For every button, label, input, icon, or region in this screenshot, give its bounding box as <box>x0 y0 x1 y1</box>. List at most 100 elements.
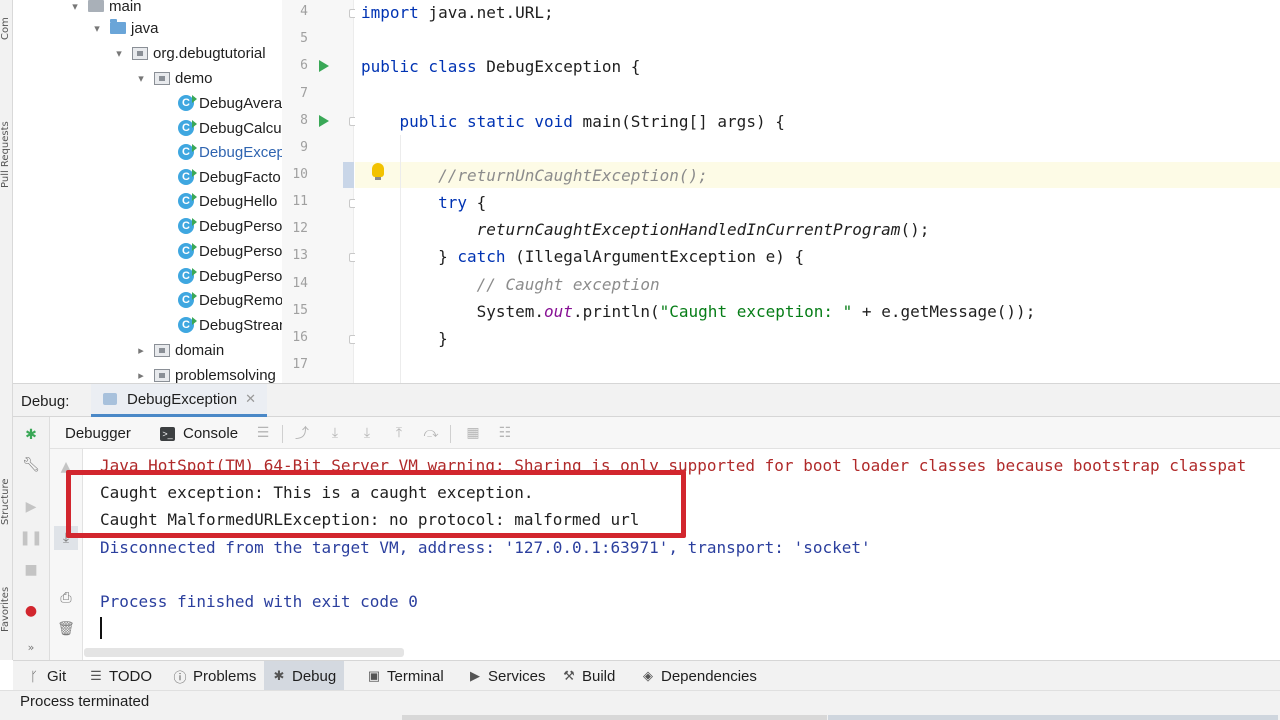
chevron-right-icon[interactable]: ▸ <box>134 368 148 382</box>
package-icon <box>154 343 170 357</box>
todo-list-icon: ☰ <box>90 668 102 683</box>
tab-git[interactable]: ᚴ Git <box>19 661 74 691</box>
java-class-icon: C <box>178 95 197 111</box>
bottom-tool-tabs: ᚴ Git ☰ TODO ⓘ Problems ✱ Debug ▣ Termin… <box>13 660 1280 691</box>
resume-icon[interactable]: ▶ <box>23 499 39 515</box>
evaluate-expression-icon[interactable]: ▦ <box>464 425 482 441</box>
chevron-down-icon[interactable]: ▾ <box>134 71 148 85</box>
tab-problems[interactable]: ⓘ Problems <box>165 661 264 691</box>
tree-item-class[interactable]: C DebugStrean <box>178 313 282 337</box>
line-number: 7 <box>300 86 308 101</box>
java-class-icon: C <box>178 169 197 185</box>
tab-todo[interactable]: ☰ TODO <box>81 661 160 691</box>
tab-git-label: Git <box>47 667 67 685</box>
pull-requests-strip-label[interactable]: Pull Requests <box>0 78 13 188</box>
status-text: Process terminated <box>20 693 150 710</box>
stop-icon[interactable]: ■ <box>23 562 39 578</box>
debug-tool-window-header: Debug: DebugException ✕ <box>13 383 1280 417</box>
close-icon[interactable]: ✕ <box>245 392 256 407</box>
tab-services[interactable]: ▶ Services <box>460 661 554 691</box>
more-actions-icon[interactable]: » <box>23 639 39 655</box>
tree-item-domain[interactable]: ▸ domain <box>134 338 224 362</box>
favorites-strip-label[interactable]: Favorites <box>0 568 13 632</box>
run-class-icon[interactable] <box>319 60 329 72</box>
tree-item-label: DebugPerso <box>199 242 282 260</box>
tab-debugger[interactable]: Debugger <box>65 425 131 442</box>
code-line-16: } <box>361 329 448 348</box>
tree-item-problemsolving[interactable]: ▸ problemsolving <box>134 363 276 384</box>
line-number: 6 <box>300 58 308 73</box>
run-main-icon[interactable] <box>319 115 329 127</box>
debug-subtabs: Debugger >_ Console ☰ ⤴ ⤓ ⤓ ⤒ ⤼ ▦ ☷ <box>50 417 1280 449</box>
project-tree: ▾ main ▾ java ▾ org.debugtutorial ▾ demo… <box>14 0 282 383</box>
tab-terminal-label: Terminal <box>387 667 444 685</box>
tab-dependencies-label: Dependencies <box>661 667 757 685</box>
tree-item-class[interactable]: C DebugAvera <box>178 91 282 115</box>
chevron-down-icon[interactable]: ▾ <box>112 46 126 60</box>
line-number: 4 <box>300 4 308 19</box>
line-number: 11 <box>292 194 308 209</box>
tree-item-label: domain <box>175 341 225 359</box>
step-into-icon[interactable]: ⤓ <box>358 425 376 441</box>
code-line-11: try { <box>438 193 487 212</box>
tree-item-label: DebugFacto <box>199 168 281 186</box>
tree-item-class[interactable]: C DebugHello <box>178 189 277 213</box>
print-icon[interactable]: ⎙ <box>58 590 74 606</box>
code-line-10: //returnUnCaughtException(); <box>438 166 708 185</box>
tree-item-class[interactable]: C DebugCalcu <box>178 116 282 140</box>
structure-strip-label[interactable]: Structure <box>0 455 13 525</box>
tab-build[interactable]: ⚒ Build <box>554 661 623 691</box>
toolbar-separator <box>282 425 283 443</box>
menu-icon[interactable]: ☰ <box>254 425 272 441</box>
chevron-right-icon[interactable]: ▸ <box>134 343 148 357</box>
tree-item-class[interactable]: C DebugFacto <box>178 165 281 189</box>
tree-item-label: DebugCalcu <box>199 119 282 137</box>
show-execution-point-icon[interactable]: ⤴ <box>293 425 311 442</box>
rerun-debug-icon[interactable]: ✱ <box>23 427 39 443</box>
tree-item-label: DebugHello <box>199 192 278 210</box>
console-line-exit: Process finished with exit code 0 <box>100 592 418 611</box>
problems-icon: ⓘ <box>173 669 187 685</box>
tree-item-label: DebugRemo <box>199 291 282 309</box>
tree-item-demo[interactable]: ▾ demo <box>134 66 212 90</box>
tree-item-class[interactable]: C DebugPerso <box>178 214 282 238</box>
tree-item-class[interactable]: C DebugRemo <box>178 288 282 312</box>
line-number: 5 <box>300 31 308 46</box>
tree-item-class-selected[interactable]: C DebugExcep <box>178 140 282 164</box>
commit-strip-label[interactable]: Com <box>0 0 13 40</box>
current-line-gutter-marker <box>343 162 354 188</box>
tab-dependencies[interactable]: ◈ Dependencies <box>633 661 765 691</box>
trace-icon[interactable]: ☷ <box>496 425 514 441</box>
debug-title: Debug: <box>21 393 70 410</box>
code-editor[interactable]: import java.net.URL; public class DebugE… <box>355 0 1280 383</box>
tree-item-class[interactable]: C DebugPerso <box>178 239 282 263</box>
layers-icon: ◈ <box>643 668 653 683</box>
clear-all-icon[interactable]: 🗑︎ <box>57 621 75 637</box>
git-branch-icon: ᚴ <box>30 668 38 684</box>
tree-item-class[interactable]: C DebugPerso <box>178 264 282 288</box>
java-class-icon: C <box>178 144 197 160</box>
java-class-icon: C <box>178 243 197 259</box>
tab-debug[interactable]: ✱ Debug <box>264 661 345 691</box>
wrench-icon[interactable]: 🔧︎ <box>22 457 40 473</box>
chevron-down-icon[interactable]: ▾ <box>68 0 82 13</box>
tree-item-java[interactable]: ▾ java <box>90 16 159 40</box>
code-line-8: public static void main(String[] args) { <box>399 112 785 131</box>
horizontal-scrollbar[interactable] <box>84 648 404 657</box>
chevron-down-icon[interactable]: ▾ <box>90 21 104 35</box>
code-line-15: System.out.println("Caught exception: " … <box>361 302 1036 321</box>
tab-console[interactable]: >_ Console <box>160 425 238 442</box>
line-number: 16 <box>292 330 308 345</box>
tree-item-org-debugtutorial[interactable]: ▾ org.debugtutorial <box>112 41 265 65</box>
step-over-icon[interactable]: ⤓ <box>326 425 344 441</box>
folder-icon <box>88 0 104 12</box>
tab-debug-exception[interactable]: DebugException ✕ <box>91 384 267 417</box>
annotation-highlight-box <box>66 470 686 538</box>
pause-icon[interactable]: ❚❚ <box>19 530 42 546</box>
tab-terminal[interactable]: ▣ Terminal <box>359 661 452 691</box>
run-to-cursor-icon[interactable]: ⤼ <box>422 425 440 441</box>
tab-debug-label: Debug <box>292 667 337 685</box>
java-class-icon: C <box>178 193 197 209</box>
view-breakpoints-icon[interactable]: ● <box>23 603 39 619</box>
step-out-icon[interactable]: ⤒ <box>390 425 408 441</box>
